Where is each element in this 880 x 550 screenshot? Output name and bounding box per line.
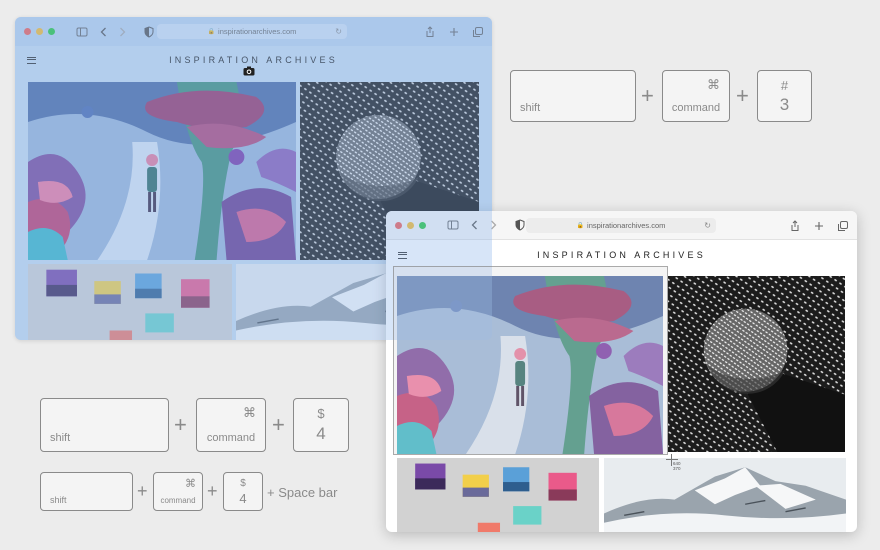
shift-key: shift	[40, 472, 133, 511]
forward-icon[interactable]	[485, 217, 501, 233]
tabs-overview-icon[interactable]	[470, 24, 486, 40]
lock-icon: 🔒	[207, 29, 216, 35]
space-bar-label: + Space bar	[267, 485, 338, 500]
plus-sign: +	[272, 412, 285, 437]
reload-icon[interactable]: ↻	[335, 27, 342, 36]
traffic-lights	[24, 28, 55, 35]
artwork-cubes[interactable]	[28, 264, 232, 340]
menu-icon[interactable]	[27, 56, 36, 64]
camera-icon	[243, 66, 255, 76]
minimize-window-button[interactable]	[407, 221, 414, 229]
zoom-window-button[interactable]	[419, 221, 426, 229]
browser-toolbar: 🔒 inspirationarchives.com ↻	[15, 17, 492, 46]
sidebar-icon[interactable]	[445, 217, 461, 233]
close-window-button[interactable]	[24, 28, 31, 35]
url-text: inspirationarchives.com	[218, 27, 297, 36]
shift-key: shift	[510, 70, 636, 122]
traffic-lights	[395, 221, 426, 229]
command-key: ⌘ command	[196, 398, 266, 452]
command-key: ⌘ command	[662, 70, 730, 122]
number-4-key: $ 4	[223, 472, 263, 511]
artwork-cubes[interactable]	[397, 458, 599, 532]
sidebar-icon[interactable]	[74, 24, 90, 40]
site-title[interactable]: INSPIRATION ARCHIVES	[386, 250, 857, 260]
minimize-window-button[interactable]	[36, 28, 43, 35]
screenshot-selection-area[interactable]	[393, 266, 668, 455]
plus-sign: +	[174, 412, 187, 437]
command-key: ⌘ command	[153, 472, 203, 511]
browser-toolbar: 🔒 inspirationarchives.com ↻	[386, 211, 857, 240]
new-tab-icon[interactable]	[811, 218, 827, 234]
privacy-shield-icon[interactable]	[141, 24, 157, 40]
share-icon[interactable]	[422, 24, 438, 40]
address-bar[interactable]: 🔒 inspirationarchives.com ↻	[157, 24, 347, 39]
number-3-key: # 3	[757, 70, 812, 122]
back-icon[interactable]	[467, 217, 483, 233]
menu-icon[interactable]	[398, 251, 407, 259]
close-window-button[interactable]	[395, 221, 402, 229]
forward-icon[interactable]	[114, 24, 130, 40]
site-title[interactable]: INSPIRATION ARCHIVES	[15, 55, 492, 65]
back-icon[interactable]	[96, 24, 112, 40]
number-4-key: $ 4	[293, 398, 349, 452]
artwork-forest[interactable]	[28, 82, 296, 260]
selection-size-readout: 640 370	[673, 461, 681, 471]
reload-icon[interactable]: ↻	[704, 221, 711, 230]
new-tab-icon[interactable]	[446, 24, 462, 40]
url-text: inspirationarchives.com	[587, 221, 666, 230]
zoom-window-button[interactable]	[48, 28, 55, 35]
plus-sign: +	[207, 481, 218, 501]
plus-sign: +	[641, 83, 654, 108]
share-icon[interactable]	[787, 218, 803, 234]
address-bar[interactable]: 🔒 inspirationarchives.com ↻	[526, 218, 716, 233]
shift-key: shift	[40, 398, 169, 452]
plus-sign: +	[137, 481, 148, 501]
artwork-sphere[interactable]	[668, 276, 845, 452]
lock-icon: 🔒	[576, 223, 585, 229]
plus-sign: +	[736, 83, 749, 108]
site-header: INSPIRATION ARCHIVES	[386, 243, 857, 267]
tabs-overview-icon[interactable]	[835, 218, 851, 234]
artwork-mountain[interactable]	[604, 458, 846, 532]
